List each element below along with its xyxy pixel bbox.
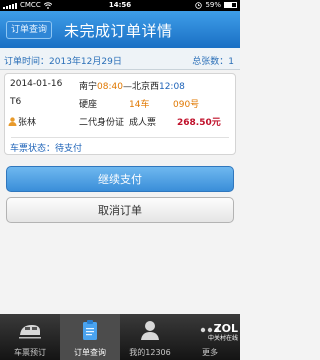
tab-label: 我的12306 bbox=[129, 348, 171, 357]
passenger-icon bbox=[8, 117, 17, 126]
ticket-type: 成人票 bbox=[129, 118, 157, 128]
order-date-value: 2013年12月29日 bbox=[49, 57, 122, 67]
clipboard-icon bbox=[83, 320, 97, 340]
tab-label: 订单查询 bbox=[74, 348, 106, 357]
tab-label: 车票预订 bbox=[14, 348, 46, 357]
watermark-text: 中关村在线 bbox=[207, 335, 238, 342]
alarm-icon bbox=[195, 1, 203, 9]
tab-my-12306[interactable]: 我的12306 bbox=[120, 314, 180, 360]
passenger-name: 张林 bbox=[18, 118, 37, 128]
watermark: ZOL 中关村在线 bbox=[192, 322, 238, 343]
seat-type: 硬座 bbox=[79, 100, 98, 110]
travel-date: 2014-01-16 bbox=[10, 79, 63, 89]
train-number: T6 bbox=[10, 97, 22, 107]
seat-number: 090号 bbox=[173, 100, 200, 110]
battery-icon bbox=[224, 2, 237, 8]
tab-ticket-booking[interactable]: 车票预订 bbox=[0, 314, 60, 360]
ticket-total: 总张数：1 bbox=[192, 54, 234, 67]
continue-payment-button[interactable]: 继续支付 bbox=[6, 166, 234, 192]
order-date: 订单时间：2013年12月29日 bbox=[4, 54, 122, 67]
train-icon bbox=[19, 325, 41, 339]
route: 南宁08:40—北京西12:08 bbox=[79, 79, 185, 92]
user-icon bbox=[141, 321, 159, 340]
order-info-bar: 订单时间：2013年12月29日 总张数：1 bbox=[0, 48, 240, 70]
page-title: 未完成订单详情 bbox=[64, 22, 173, 40]
ticket-total-value: 1 bbox=[228, 57, 234, 67]
id-type: 二代身份证 bbox=[79, 118, 125, 128]
from-station: 南宁 bbox=[79, 82, 98, 92]
route-separator: — bbox=[122, 82, 132, 92]
car-number: 14车 bbox=[129, 100, 150, 110]
back-button[interactable]: 订单查询 bbox=[6, 21, 52, 39]
tab-order-query[interactable]: 订单查询 bbox=[60, 314, 120, 360]
passenger: 张林 bbox=[8, 115, 36, 128]
status-bar: CMCC 14:56 59% bbox=[0, 0, 240, 11]
depart-time: 08:40 bbox=[97, 82, 123, 92]
arrive-time: 12:08 bbox=[158, 82, 185, 92]
ticket-status: 车票状态：待支付 bbox=[10, 141, 82, 154]
to-station: 北京西 bbox=[131, 82, 159, 92]
nav-header: 订单查询 未完成订单详情 bbox=[0, 11, 240, 48]
order-date-label: 订单时间： bbox=[4, 57, 50, 67]
tab-label: 更多 bbox=[202, 348, 218, 357]
battery-percent: 59% bbox=[205, 1, 221, 9]
ticket-status-label: 车票状态： bbox=[10, 144, 56, 154]
ticket-total-label: 总张数： bbox=[192, 57, 229, 67]
card-divider bbox=[11, 137, 229, 138]
ticket-status-value: 待支付 bbox=[55, 144, 83, 154]
ticket-price: 268.50元 bbox=[177, 118, 221, 128]
ticket-card: 2014-01-16 南宁08:40—北京西12:08 T6 硬座 14车 09… bbox=[4, 73, 236, 155]
cancel-order-button[interactable]: 取消订单 bbox=[6, 197, 234, 223]
watermark-brand: ZOL bbox=[213, 322, 238, 335]
